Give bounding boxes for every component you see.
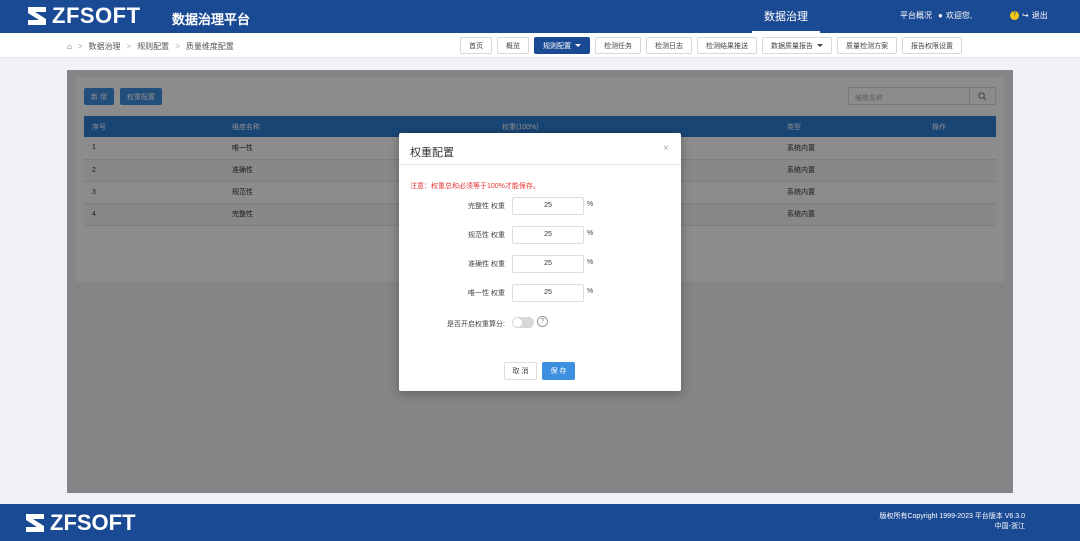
platform-overview-label: 平台概况 [900, 11, 932, 20]
completeness-weight-input[interactable]: 25 [512, 197, 584, 215]
weight-note: 注意：权重总和必须等于100%才能保存。 [410, 183, 540, 190]
nav-quality-plan-button[interactable]: 质量检测方案 [837, 37, 897, 54]
zfsoft-logo-icon [26, 514, 44, 532]
help-circle-icon: ? [1010, 11, 1019, 20]
nav-buttons: 首页 概览 规则配置 检测任务 检测日志 检测结果推送 数据质量报告 质量检测方… [460, 37, 962, 54]
cancel-button[interactable]: 取 消 [504, 362, 537, 380]
nav-quality-report-button[interactable]: 数据质量报告 [762, 37, 832, 54]
zfsoft-logo-icon [28, 7, 46, 25]
logo-text: ZFSOFT [52, 3, 141, 28]
home-icon[interactable]: ⌂ [67, 42, 72, 51]
field-label: 唯一性 权重 [468, 290, 505, 297]
form-row-completeness: 完整性 权重 25 % [399, 197, 681, 215]
user-icon: ● [938, 11, 943, 20]
nav-overview-button[interactable]: 概览 [497, 37, 529, 54]
logo[interactable]: ZFSOFT [26, 3, 141, 29]
weight-scoring-toggle[interactable] [512, 317, 534, 328]
breadcrumb-separator: > [175, 42, 180, 51]
unit-label: % [587, 288, 594, 295]
standardization-weight-input[interactable]: 25 [512, 226, 584, 244]
nav-quality-report-label: 数据质量报告 [771, 42, 813, 50]
help-icon[interactable]: ? [537, 316, 548, 327]
breadcrumb-item[interactable]: 规则配置 [137, 41, 169, 52]
field-label: 规范性 权重 [468, 232, 505, 239]
menu-data-governance[interactable]: 数据治理 [752, 0, 820, 33]
breadcrumb-item[interactable]: 数据治理 [89, 41, 121, 52]
field-label: 完整性 权重 [468, 203, 505, 210]
welcome-text: 欢迎您, [945, 11, 973, 20]
footer-logo-text: ZFSOFT [50, 510, 136, 535]
toggle-label: 是否开启权重算分: [447, 321, 505, 328]
logout-label: 退出 [1031, 11, 1048, 20]
region-text: 中国-浙江 [994, 523, 1025, 530]
nav-check-log-button[interactable]: 检测日志 [646, 37, 692, 54]
nav-rule-config-label: 规则配置 [543, 42, 571, 50]
copyright-text: 版权所有Copyright 1999-2023 平台版本 V6.3.0 [879, 513, 1025, 520]
save-button[interactable]: 保 存 [542, 362, 575, 380]
breadcrumb-separator: > [126, 42, 132, 51]
logout-icon: ↪ [1022, 11, 1029, 20]
dialog-title: 权重配置 [410, 147, 454, 159]
user-welcome[interactable]: ● 欢迎您, [938, 10, 972, 21]
nav-home-button[interactable]: 首页 [460, 37, 492, 54]
nav-report-permission-button[interactable]: 报告权限设置 [902, 37, 962, 54]
nav-bar: ⌂ > 数据治理 > 规则配置 > 质量维度配置 首页 概览 规则配置 检测任务… [0, 33, 1080, 58]
nav-result-push-button[interactable]: 检测结果推送 [697, 37, 757, 54]
field-label: 准确性 权重 [468, 261, 505, 268]
form-row-accuracy: 准确性 权重 25 % [399, 255, 681, 273]
nav-check-task-button[interactable]: 检测任务 [595, 37, 641, 54]
breadcrumb-separator: > [77, 42, 83, 51]
accuracy-weight-input[interactable]: 25 [512, 255, 584, 273]
form-row-toggle: 是否开启权重算分: ? [399, 315, 681, 333]
uniqueness-weight-input[interactable]: 25 [512, 284, 584, 302]
nav-rule-config-button[interactable]: 规则配置 [534, 37, 590, 54]
form-row-standardization: 规范性 权重 25 % [399, 226, 681, 244]
logout-button[interactable]: ? ↪ 退出 [1010, 10, 1048, 21]
platform-name: 数据治理平台 [172, 12, 251, 27]
close-icon[interactable]: × [663, 143, 669, 154]
copyright: 版权所有Copyright 1999-2023 平台版本 V6.3.0 中国-浙… [879, 512, 1025, 532]
breadcrumb: ⌂ > 数据治理 > 规则配置 > 质量维度配置 [67, 41, 234, 52]
form-row-uniqueness: 唯一性 权重 25 % [399, 284, 681, 302]
footer-logo: ZFSOFT [24, 510, 136, 536]
unit-label: % [587, 259, 594, 266]
top-bar: ZFSOFT 数据治理平台 数据治理 平台概况 ● 欢迎您, ? ↪ 退出 [0, 0, 1080, 33]
caret-down-icon [575, 44, 581, 47]
footer: ZFSOFT 版权所有Copyright 1999-2023 平台版本 V6.3… [0, 504, 1080, 541]
caret-down-icon [817, 44, 823, 47]
divider [399, 164, 681, 165]
unit-label: % [587, 230, 594, 237]
platform-overview-link[interactable]: 平台概况 [900, 10, 932, 21]
weight-config-dialog: 权重配置 × 注意：权重总和必须等于100%才能保存。 完整性 权重 25 % … [399, 133, 681, 391]
unit-label: % [587, 201, 594, 208]
breadcrumb-item-current: 质量维度配置 [185, 42, 234, 51]
